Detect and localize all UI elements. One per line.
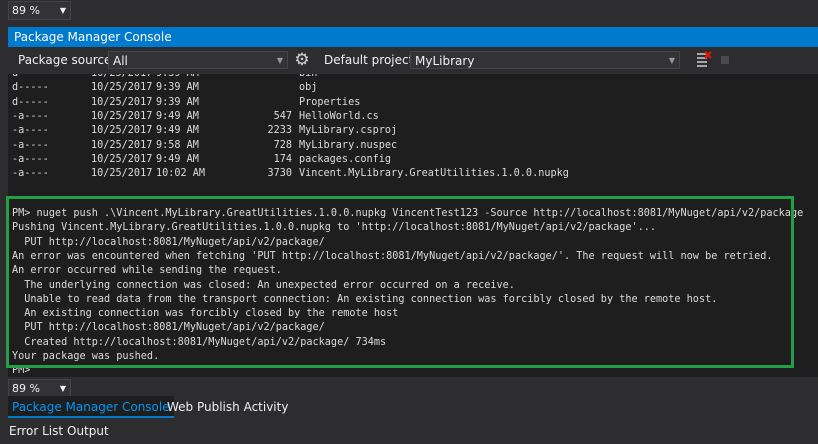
zoom-selector-top[interactable]: 89 % ▼ (8, 1, 71, 20)
listing-time: 9:39 AM (156, 82, 199, 94)
tab-label: Error List (9, 424, 64, 438)
listing-length: 547 (273, 110, 292, 122)
listing-date: 10/25/2017 (91, 125, 153, 137)
listing-date: 10/25/2017 (91, 96, 153, 108)
listing-length: 2233 (267, 125, 292, 137)
console-line: Your package was pushed. (12, 351, 160, 362)
listing-date: 10/25/2017 (91, 110, 153, 122)
console-toolbar: Package source: All ▼ ⚙ Default project:… (8, 47, 818, 74)
console-line: The underlying connection was closed: An… (12, 279, 515, 291)
listing-name: MyLibrary.csproj (299, 125, 398, 137)
listing-row: d----- 10/25/2017 9:39 AM bin (12, 74, 792, 81)
listing-date: 10/25/2017 (91, 74, 152, 81)
listing-name: packages.config (299, 153, 392, 165)
tab-label: Package Manager Console (12, 400, 170, 414)
listing-time: 10:02 AM (156, 168, 206, 180)
listing-row: -a---- 10/25/2017 9:49 AM 2233 MyLibrary.csp… (12, 124, 792, 138)
zoom-value: 89 % (12, 4, 40, 17)
chevron-down-icon: ▼ (276, 56, 283, 65)
listing-length: 174 (273, 153, 292, 165)
listing-mode: d----- (12, 96, 49, 108)
listing-mode: -a---- (12, 110, 49, 122)
listing-name: bin (299, 74, 317, 81)
listing-name: Vincent.MyLibrary.GreatUtilities.1.0.0.n… (299, 168, 569, 180)
console-line: PM> (12, 365, 31, 377)
package-source-dropdown[interactable]: All ▼ (108, 51, 288, 69)
tab-error-list[interactable]: Error List (9, 424, 63, 438)
listing-length: 728 (273, 139, 292, 151)
window-title-bar: Package Manager Console (8, 27, 818, 47)
listing-mode: -a---- (12, 153, 49, 165)
console-line: PM> nuget push .\Vincent.MyLibrary.Great… (12, 208, 804, 219)
console-line: An error occurred while sending the requ… (12, 265, 282, 277)
tab-package-manager-console[interactable]: Package Manager Console (8, 396, 174, 418)
listing-date: 10/25/2017 (91, 82, 153, 94)
tab-label: Web Publish Activity (167, 400, 289, 414)
stop-icon[interactable] (721, 56, 729, 64)
listing-mode: d----- (12, 82, 49, 94)
tab-output[interactable]: Output (67, 424, 109, 438)
chevron-down-icon: ▼ (59, 384, 66, 393)
listing-time: 9:39 AM (156, 96, 199, 108)
listing-row: d----- 10/25/2017 9:39 AM obj (12, 81, 792, 95)
listing-name: Properties (299, 96, 361, 108)
listing-mode: d----- (12, 74, 49, 81)
listing-time: 9:49 AM (156, 110, 199, 122)
console-line: Pushing Vincent.MyLibrary.GreatUtilities… (12, 222, 657, 234)
package-source-value: All (113, 54, 128, 68)
listing-name: MyLibrary.nuspec (299, 139, 398, 151)
console-line: Unable to read data from the transport c… (12, 293, 718, 305)
console-line: An existing connection was forcibly clos… (12, 308, 399, 320)
listing-length: 3730 (267, 168, 292, 180)
chevron-down-icon: ▼ (668, 56, 675, 65)
default-project-label: Default project: (324, 53, 418, 67)
listing-time: 9:58 AM (156, 139, 199, 151)
listing-name: HelloWorld.cs (299, 110, 379, 122)
default-project-dropdown[interactable]: MyLibrary ▼ (410, 51, 680, 69)
listing-time: 9:39 AM (156, 74, 199, 81)
listing-row: -a---- 10/25/2017 9:49 AM 547 HelloWorld.cs (12, 110, 792, 124)
listing-row: d----- 10/25/2017 9:39 AM Properties (12, 96, 792, 110)
console-line: Created http://localhost:8081/MyNuget/ap… (12, 336, 387, 348)
gear-icon[interactable]: ⚙ (292, 50, 312, 70)
console-line: An error was encountered when fetching '… (12, 250, 773, 262)
clear-console-icon[interactable] (696, 51, 712, 69)
console-line: PUT http://localhost:8081/MyNuget/api/v2… (12, 236, 325, 248)
listing-time: 9:49 AM (156, 125, 199, 137)
tab-label: Output (67, 424, 109, 438)
listing-row: -a---- 10/25/2017 9:49 AM 174 packages.confi… (12, 153, 792, 167)
listing-mode: -a---- (12, 125, 49, 137)
chevron-down-icon: ▼ (59, 6, 66, 15)
listing-mode: -a---- (12, 139, 49, 151)
zoom-value: 89 % (12, 382, 40, 395)
console-output[interactable]: d-----10/25/20179:39 AMbind-----10/25/20… (8, 74, 818, 377)
console-line: PUT http://localhost:8081/MyNuget/api/v2… (12, 322, 325, 334)
listing-row: -a---- 10/25/2017 10:02 AM 3730 Vincent.MyLi… (12, 167, 792, 181)
default-project-value: MyLibrary (415, 54, 475, 68)
listing-row: -a---- 10/25/2017 9:58 AM 728 MyLibrary.nusp… (12, 139, 792, 153)
listing-mode: -a---- (12, 168, 49, 180)
listing-date: 10/25/2017 (91, 139, 153, 151)
listing-date: 10/25/2017 (91, 168, 153, 180)
window-title: Package Manager Console (14, 30, 172, 44)
listing-date: 10/25/2017 (91, 153, 153, 165)
package-source-label: Package source: (18, 53, 116, 67)
listing-time: 9:49 AM (156, 153, 199, 165)
tab-web-publish-activity[interactable]: Web Publish Activity (163, 396, 292, 418)
listing-name: obj (299, 82, 318, 94)
